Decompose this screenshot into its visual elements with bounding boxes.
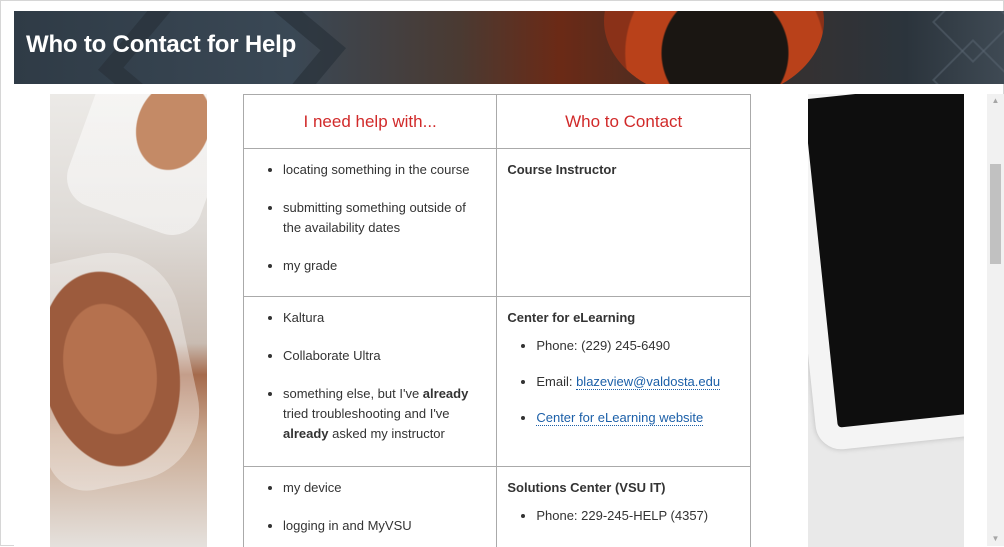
email-label: Email: [536, 374, 576, 389]
list-item: submitting something outside of the avai… [283, 198, 487, 238]
scroll-down-arrow-icon[interactable]: ▼ [987, 532, 1004, 546]
page-banner: Who to Contact for Help [14, 11, 1004, 84]
banner-keyboard-key [932, 39, 1004, 84]
rich-text: something else, but I've [283, 386, 423, 401]
contact-cell: Solutions Center (VSU IT) Phone: 229-245… [497, 467, 751, 547]
list-item: my grade [283, 256, 487, 276]
content-area: I need help with... Who to Contact locat… [14, 84, 992, 547]
table-row: Kaltura Collaborate Ultra something else… [244, 297, 751, 467]
help-list: locating something in the course submitt… [245, 150, 495, 276]
rich-text: asked my instructor [329, 426, 445, 441]
table-row: locating something in the course submitt… [244, 149, 751, 297]
page-frame: Who to Contact for Help I need help with… [0, 0, 1004, 546]
decorative-photo-left [50, 94, 207, 547]
help-cell: locating something in the course submitt… [244, 149, 497, 297]
email-link[interactable]: blazeview@valdosta.edu [576, 374, 720, 390]
list-item: Collaborate Ultra [283, 346, 487, 366]
page-title: Who to Contact for Help [26, 31, 296, 59]
list-item: something else, but I've already tried t… [283, 384, 487, 444]
help-cell: my device logging in and MyVSU [244, 467, 497, 547]
banner-coffee-cup [604, 11, 824, 84]
rich-text: tried troubleshooting and I've [283, 406, 450, 421]
vertical-scrollbar[interactable]: ▲ ▼ [987, 94, 1004, 546]
table-header-row: I need help with... Who to Contact [244, 95, 751, 149]
contact-phone: Phone: 229-245-HELP (4357) [536, 506, 741, 526]
contact-list: Phone: 229-245-HELP (4357) [498, 506, 749, 526]
decorative-photo-right [808, 94, 964, 547]
emphasis-text: already [283, 426, 329, 441]
column-header-help: I need help with... [244, 95, 497, 149]
list-item: locating something in the course [283, 160, 487, 180]
scroll-thumb[interactable] [990, 164, 1001, 264]
contact-name: Course Instructor [498, 150, 749, 180]
contact-name: Center for eLearning [498, 298, 749, 328]
contact-list: Phone: (229) 245-6490 Email: blazeview@v… [498, 336, 749, 428]
contact-website: Center for eLearning website [536, 408, 741, 428]
list-item: Kaltura [283, 308, 487, 328]
jar-image [59, 94, 207, 243]
list-item: my device [283, 478, 487, 498]
list-item: logging in and MyVSU [283, 516, 487, 536]
website-link[interactable]: Center for eLearning website [536, 410, 703, 426]
emphasis-text: already [423, 386, 469, 401]
help-table: I need help with... Who to Contact locat… [243, 94, 751, 547]
scroll-up-arrow-icon[interactable]: ▲ [987, 94, 1004, 108]
tablet-image [808, 94, 964, 452]
help-cell: Kaltura Collaborate Ultra something else… [244, 297, 497, 467]
help-list: my device logging in and MyVSU [245, 468, 495, 536]
help-list: Kaltura Collaborate Ultra something else… [245, 298, 495, 444]
contact-cell: Course Instructor [497, 149, 751, 297]
contact-phone: Phone: (229) 245-6490 [536, 336, 741, 356]
contact-email: Email: blazeview@valdosta.edu [536, 372, 741, 392]
column-header-contact: Who to Contact [497, 95, 751, 149]
contact-cell: Center for eLearning Phone: (229) 245-64… [497, 297, 751, 467]
contact-name: Solutions Center (VSU IT) [498, 468, 749, 498]
jar-image [50, 240, 207, 498]
table-row: my device logging in and MyVSU Solutions… [244, 467, 751, 547]
